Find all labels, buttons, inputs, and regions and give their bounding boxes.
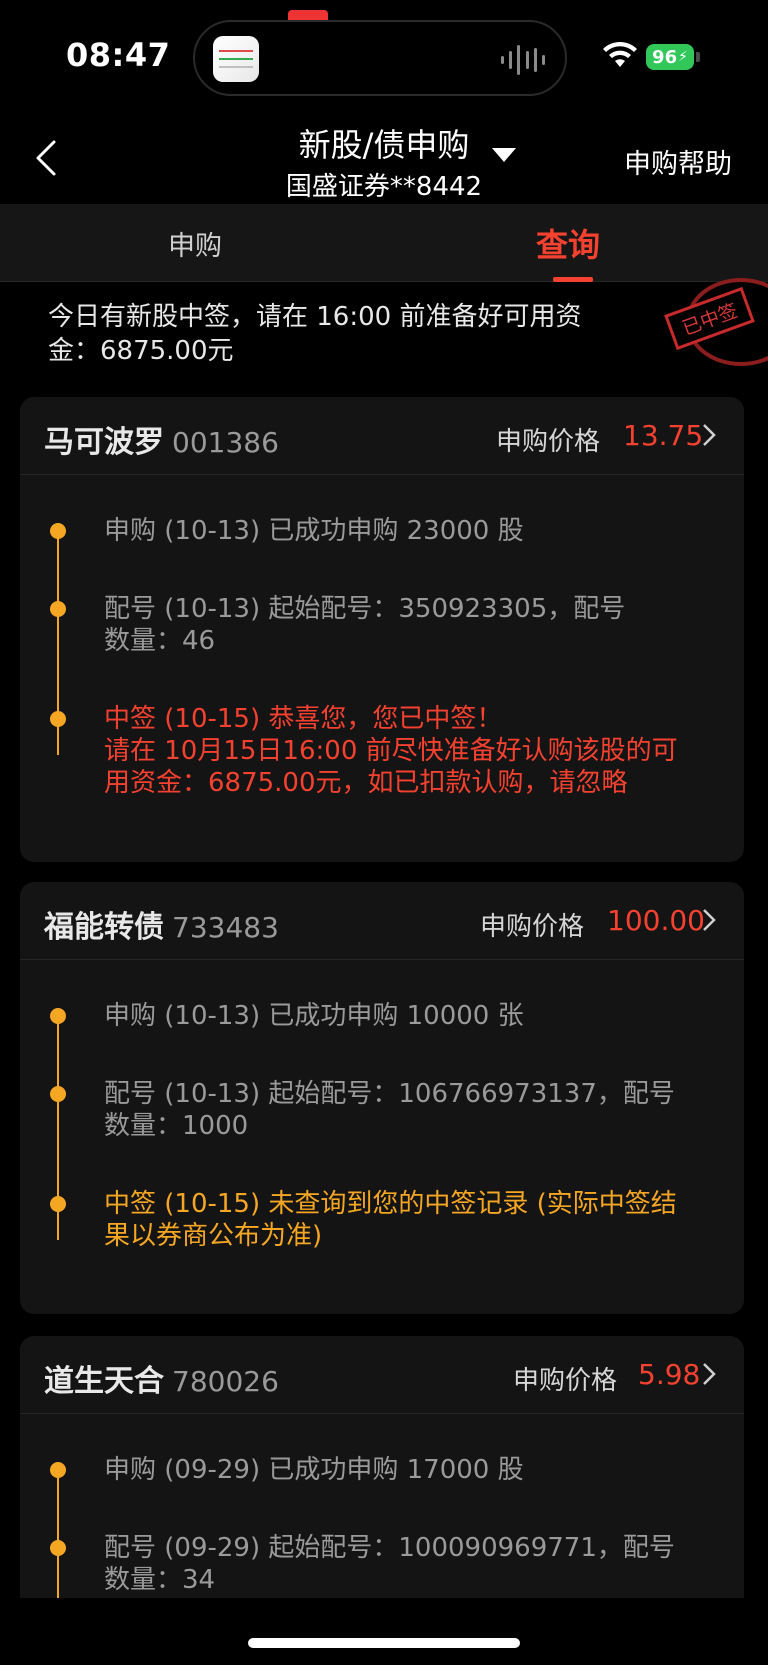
price-label: 申购价格 [496,427,601,457]
timeline-text: 中签 (10-15) 恭喜您，您已中签！ [104,704,503,734]
card-header[interactable]: 道生天合 780026 申购价格 5.98 [20,1336,744,1414]
timeline-dot [50,1008,66,1024]
timeline-text: 数量：34 [104,1565,216,1595]
price-label: 申购价格 [513,1366,618,1396]
battery-tip [696,52,700,62]
stock-name: 福能转债 733483 [44,902,279,946]
price-label: 申购价格 [480,912,585,942]
price-value: 5.98 [638,1358,701,1391]
timeline-text: 申购 (09-29) 已成功申购 17000 股 [104,1455,524,1485]
wifi-icon [603,41,637,67]
battery-level: 96 [652,46,678,68]
dropdown-caret-icon[interactable] [492,148,516,162]
timeline-item: 申购 (10-13) 已成功申购 23000 股 [20,515,744,547]
tab-active-indicator [553,277,593,282]
timeline-text: 配号 (10-13) 起始配号：106766973137，配号 [104,1079,675,1109]
stock-name: 道生天合 780026 [44,1356,279,1400]
timeline-text: 请在 10月15日16:00 前尽快准备好认购该股的可 [104,736,678,766]
timeline: 申购 (10-13) 已成功申购 10000 张 配号 (10-13) 起始配号… [20,960,744,1252]
home-indicator[interactable] [248,1638,520,1648]
stock-name-text: 道生天合 [44,1364,164,1399]
card-header[interactable]: 马可波罗 001386 申购价格 13.75 [20,397,744,475]
timeline-text: 配号 (09-29) 起始配号：100090969771，配号 [104,1533,675,1563]
stock-code: 780026 [172,1365,279,1398]
won-stamp: 已中签 [664,278,768,368]
timeline-item: 配号 (10-13) 起始配号：350923305，配号 数量：46 [20,593,744,657]
subscription-card: 福能转债 733483 申购价格 100.00 申购 (10-13) 已成功申购 … [20,882,744,1314]
price-value: 100.00 [607,904,705,937]
app-thumbnail-icon [213,36,259,82]
timeline-item: 配号 (09-29) 起始配号：100090969771，配号 数量：34 [20,1532,744,1596]
audio-wave-icon [501,44,545,76]
tab-subscribe[interactable]: 申购 [168,224,222,263]
stock-name: 马可波罗 001386 [44,417,279,461]
stock-code: 733483 [172,911,279,944]
status-time: 08:47 [66,36,171,74]
timeline-item: 中签 (10-15) 恭喜您，您已中签！ 请在 10月15日16:00 前尽快准… [20,703,744,799]
allotment-notice: 今日有新股中签，请在 16:00 前准备好可用资金：6875.00元 [48,302,582,366]
status-bar: 08:47 96 ⚡ [0,0,768,110]
timeline-text: 中签 (10-15) 未查询到您的中签记录 (实际中签结 [104,1189,677,1219]
stock-name-text: 马可波罗 [44,425,164,460]
battery-icon: 96 ⚡ [646,44,694,70]
nav-bar: 新股/债申购 国盛证券**8442 申购帮助 [0,110,768,204]
timeline-dot [50,1540,66,1556]
subscription-card: 道生天合 780026 申购价格 5.98 申购 (09-29) 已成功申购 17… [20,1336,744,1598]
timeline-dot [50,523,66,539]
chevron-right-icon [703,909,716,931]
timeline: 申购 (10-13) 已成功申购 23000 股 配号 (10-13) 起始配号… [20,475,744,799]
timeline-text: 用资金：6875.00元，如已扣款认购，请忽略 [104,768,628,798]
help-link[interactable]: 申购帮助 [624,142,732,181]
tab-query[interactable]: 查询 [536,220,600,266]
bottom-safe-area [0,1598,768,1665]
timeline: 申购 (09-29) 已成功申购 17000 股 配号 (09-29) 起始配号… [20,1414,744,1598]
chevron-right-icon [703,1363,716,1385]
timeline-dot [50,711,66,727]
timeline-text: 果以券商公布为准) [104,1221,323,1251]
price-value: 13.75 [623,419,704,452]
timeline-item: 中签 (10-15) 未查询到您的中签记录 (实际中签结 果以券商公布为准) [20,1188,744,1252]
stock-code: 001386 [172,426,279,459]
subscription-card: 马可波罗 001386 申购价格 13.75 申购 (10-13) 已成功申购 2… [20,397,744,862]
timeline-dot [50,601,66,617]
dynamic-island[interactable] [193,20,567,96]
timeline-dot [50,1462,66,1478]
timeline-item: 申购 (09-29) 已成功申购 17000 股 [20,1454,744,1486]
timeline-text: 申购 (10-13) 已成功申购 23000 股 [104,516,524,546]
timeline-item: 申购 (10-13) 已成功申购 10000 张 [20,1000,744,1032]
timeline-item: 配号 (10-13) 起始配号：106766973137，配号 数量：1000 [20,1078,744,1142]
chevron-right-icon [703,424,716,446]
timeline-dot [50,1196,66,1212]
timeline-text: 数量：1000 [104,1111,249,1141]
stock-name-text: 福能转债 [44,910,164,945]
timeline-text: 数量：46 [104,626,216,656]
timeline-text: 申购 (10-13) 已成功申购 10000 张 [104,1001,524,1031]
timeline-text: 配号 (10-13) 起始配号：350923305，配号 [104,594,626,624]
card-header[interactable]: 福能转债 733483 申购价格 100.00 [20,882,744,960]
timeline-dot [50,1086,66,1102]
tab-bar: 申购 查询 [0,204,768,282]
